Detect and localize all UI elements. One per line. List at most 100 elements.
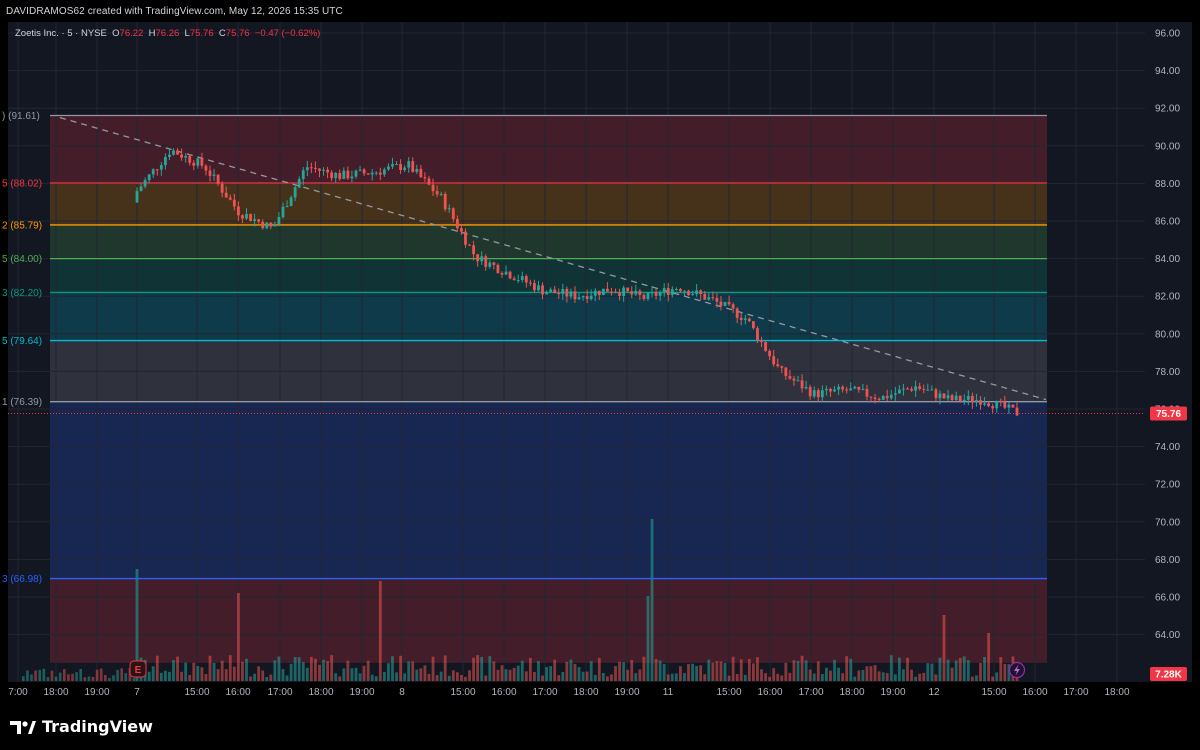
- volume-bar: [597, 657, 601, 681]
- volume-bar: [216, 669, 220, 681]
- volume-bar: [484, 675, 488, 681]
- volume-bar: [950, 667, 954, 681]
- volume-bar: [776, 673, 780, 681]
- volume-bar: [338, 676, 342, 681]
- candle-body: [622, 287, 626, 296]
- volume-bar: [342, 668, 346, 681]
- volume-bar: [987, 633, 991, 681]
- candle-body: [354, 170, 358, 177]
- volume-bar: [249, 676, 252, 681]
- x-axis-tick-label: 19:00: [84, 687, 109, 698]
- candle-body: [143, 180, 147, 187]
- volume-bar: [395, 672, 398, 681]
- volume-bar: [366, 660, 370, 681]
- volume-bar: [537, 660, 540, 681]
- volume-bar: [455, 672, 459, 681]
- candle-body: [910, 388, 913, 391]
- candle-body: [825, 388, 828, 391]
- volume-bar: [253, 673, 257, 681]
- candle-body: [362, 169, 366, 174]
- candle-body: [808, 386, 812, 397]
- tradingview-logo[interactable]: TradingView: [10, 717, 153, 736]
- candle-body: [318, 168, 321, 171]
- candle-body: [942, 393, 946, 399]
- volume-bar: [301, 662, 305, 681]
- volume-bar: [991, 676, 995, 681]
- candle-body: [727, 302, 731, 305]
- candle-body: [983, 403, 986, 405]
- volume-bar: [873, 665, 877, 681]
- volume-bar: [208, 655, 212, 681]
- candle-body: [731, 304, 735, 309]
- candle-body: [338, 173, 342, 179]
- volume-bar: [715, 661, 719, 681]
- volume-bar: [857, 670, 861, 681]
- candle-body: [435, 191, 439, 195]
- volume-bar: [155, 655, 159, 681]
- x-axis-tick-label: 19:00: [880, 687, 905, 698]
- candle-body: [216, 174, 220, 184]
- price-chart[interactable]: ) (91.61) 5 (88.02) 2 (85.79) 5 (84.00) 3 (8…: [0, 0, 1200, 750]
- volume-bar: [196, 666, 200, 681]
- volume-bar: [902, 669, 905, 681]
- candle-body: [163, 157, 167, 166]
- candle-body: [423, 177, 427, 179]
- candle-body: [204, 165, 208, 171]
- x-axis-tick-label: 16:00: [1022, 687, 1047, 698]
- candle-body: [249, 213, 252, 222]
- volume-bar: [184, 662, 188, 681]
- candle-body: [922, 388, 926, 390]
- candle-body: [857, 386, 861, 390]
- candle-body: [626, 287, 630, 292]
- volume-bar: [975, 675, 978, 681]
- tradingview-logo-text: TradingView: [42, 717, 153, 736]
- volume-bar: [528, 657, 532, 681]
- volume-bar: [496, 669, 500, 681]
- candle-body: [232, 199, 236, 207]
- symbol-label[interactable]: Zoetis Inc. · 5 · NYSE: [15, 28, 107, 39]
- volume-bar: [865, 666, 869, 681]
- candle-body: [987, 403, 991, 407]
- volume-bar: [387, 663, 390, 681]
- volume-bar: [723, 662, 727, 681]
- y-axis-tick-label: 94.00: [1155, 66, 1180, 77]
- volume-bar: [318, 664, 321, 681]
- volume-bar: [362, 665, 366, 681]
- candle-body: [334, 173, 338, 179]
- volume-bar: [553, 659, 557, 681]
- volume-bar: [326, 661, 329, 681]
- volume-bar: [22, 676, 25, 681]
- candle-body: [764, 341, 767, 351]
- volume-bar: [120, 668, 123, 681]
- x-axis-tick-label: 11: [663, 687, 674, 698]
- candle-body: [743, 318, 747, 320]
- x-axis-tick-label: 19:00: [614, 687, 639, 698]
- volume-bar: [147, 671, 151, 681]
- candle-body: [309, 167, 313, 169]
- volume-bar: [26, 670, 29, 681]
- x-axis-tick-label: 18:00: [839, 687, 864, 698]
- candle-body: [658, 292, 662, 296]
- candle-body: [723, 302, 727, 306]
- fib-level-label: 5 (88.02): [2, 179, 42, 190]
- volume-bar: [411, 661, 415, 681]
- candle-body: [293, 187, 297, 198]
- volume-bar: [727, 675, 731, 681]
- candle-body: [881, 395, 885, 400]
- volume-bar: [549, 666, 553, 681]
- volume-bar: [979, 663, 982, 681]
- candle-body: [735, 308, 739, 318]
- candle-body: [869, 396, 873, 398]
- volume-bar: [658, 660, 662, 681]
- volume-bar: [192, 662, 196, 681]
- x-axis-tick-label: 15:00: [716, 687, 741, 698]
- candle-body: [508, 271, 512, 279]
- volume-bar: [524, 671, 528, 681]
- volume-bar: [265, 676, 269, 681]
- volume-bar: [391, 656, 394, 681]
- volume-bar: [285, 675, 289, 681]
- candle-body: [707, 297, 711, 300]
- candle-body: [877, 398, 881, 400]
- candle-body: [934, 389, 938, 399]
- volume-bar: [108, 677, 111, 681]
